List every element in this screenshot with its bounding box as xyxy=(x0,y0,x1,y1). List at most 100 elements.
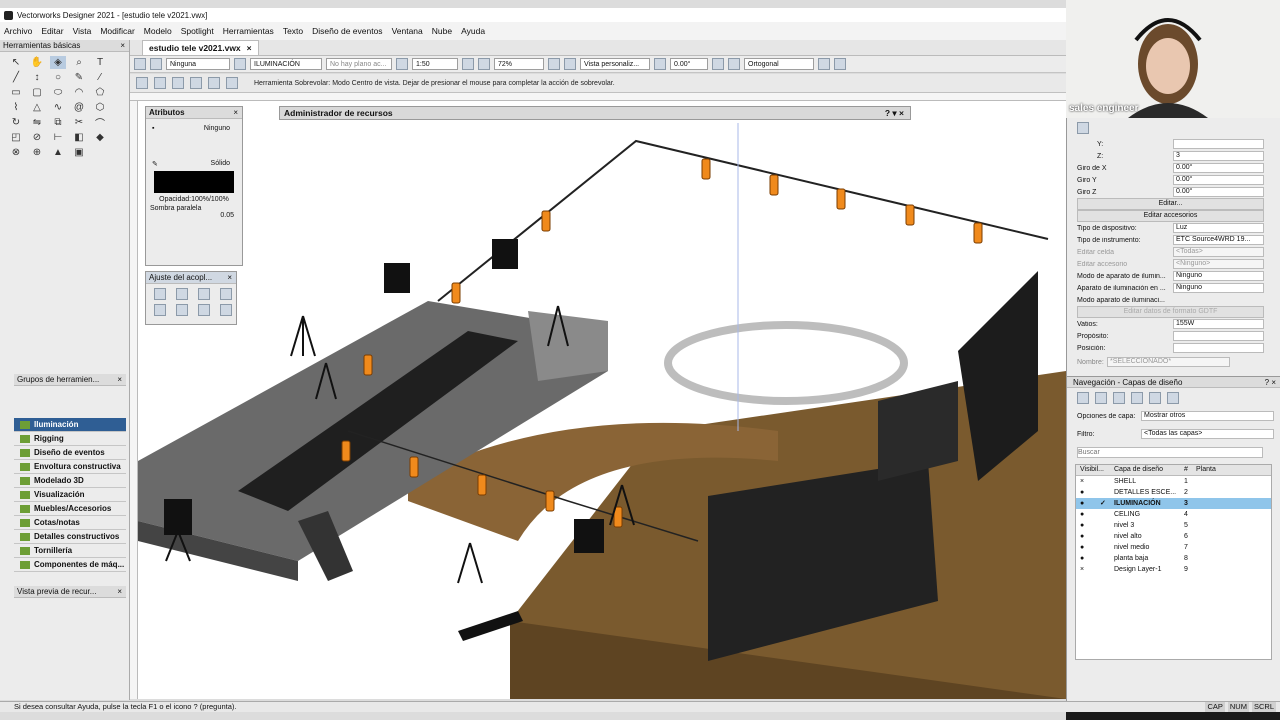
zoom-tool-icon[interactable]: ⌕ xyxy=(71,56,87,69)
edit-button[interactable]: Editar... xyxy=(1077,198,1264,210)
search-input[interactable] xyxy=(1077,446,1263,458)
delete-layer-icon[interactable] xyxy=(1149,392,1161,404)
toolset-muebles[interactable]: Muebles/Accesorios xyxy=(14,502,126,516)
toolset-diseno-eventos[interactable]: Diseño de eventos xyxy=(14,446,126,460)
filter-select[interactable]: <Todas las capas> xyxy=(1141,429,1274,439)
layer-stack-icon[interactable] xyxy=(1095,392,1107,404)
close-icon[interactable]: × xyxy=(233,107,238,118)
settings-mode-icon[interactable] xyxy=(226,77,238,89)
back-arrow-icon[interactable] xyxy=(1077,392,1089,404)
grid-icon[interactable] xyxy=(712,58,724,70)
pan-tool-icon[interactable]: ✋ xyxy=(29,56,45,69)
col-story[interactable]: Planta xyxy=(1196,465,1271,475)
duplicate-layer-icon[interactable] xyxy=(1131,392,1143,404)
toolset-envoltura[interactable]: Envoltura constructiva xyxy=(14,460,126,474)
menu-archivo[interactable]: Archivo xyxy=(4,26,32,36)
mirror-tool-icon[interactable]: ⇋ xyxy=(29,116,45,129)
close-icon[interactable]: × xyxy=(227,272,232,283)
snap-distance-icon[interactable] xyxy=(154,304,166,316)
visibility-icon[interactable]: ● xyxy=(1076,553,1100,564)
position-field[interactable] xyxy=(1173,343,1264,353)
new-layer-icon[interactable] xyxy=(1113,392,1125,404)
symbol-tool-icon[interactable]: ⊗ xyxy=(8,146,24,159)
freehand-tool-icon[interactable]: ∿ xyxy=(50,101,66,114)
layer-icon[interactable] xyxy=(234,58,246,70)
scale-field[interactable]: 1:50 xyxy=(412,58,458,70)
toolset-cotas[interactable]: Cotas/notas xyxy=(14,516,126,530)
plane-select[interactable]: No hay plano ac... xyxy=(326,58,392,70)
flyover-mode-icon[interactable] xyxy=(136,77,148,89)
scale-icon[interactable] xyxy=(396,58,408,70)
snap-grid-icon[interactable] xyxy=(154,288,166,300)
close-icon[interactable]: × xyxy=(120,40,125,51)
purpose-field[interactable] xyxy=(1173,331,1264,341)
menu-texto[interactable]: Texto xyxy=(283,26,303,36)
grid-mode-icon[interactable] xyxy=(208,77,220,89)
col-visibility[interactable]: Visibil... xyxy=(1076,465,1104,475)
class-select[interactable]: Ninguna xyxy=(166,58,230,70)
thickness-value[interactable]: 0.05 xyxy=(150,212,238,219)
layer-options-select[interactable]: Mostrar otros xyxy=(1141,411,1274,421)
toolset-iluminacion[interactable]: Iluminación xyxy=(14,418,126,432)
prop-field[interactable]: 0.00° xyxy=(1173,163,1264,173)
rotate-icon[interactable] xyxy=(654,58,666,70)
polygon-tool-icon[interactable]: ⬠ xyxy=(92,86,108,99)
offset-tool-icon[interactable]: ⧉ xyxy=(50,116,66,129)
fill-style-select[interactable]: Ninguno xyxy=(204,125,230,132)
snap-intersection-icon[interactable] xyxy=(220,288,232,300)
stamp-tool-icon[interactable]: ▣ xyxy=(71,146,87,159)
snap-tangent-icon[interactable] xyxy=(198,304,210,316)
watts-field[interactable]: 155W xyxy=(1173,319,1264,329)
document-tab[interactable]: estudio tele v2021.vwx × xyxy=(142,40,259,55)
settings-icon[interactable] xyxy=(818,58,830,70)
close-icon[interactable]: × xyxy=(247,43,252,53)
flyover-tool-icon[interactable]: ◈ xyxy=(50,56,66,69)
menu-editar[interactable]: Editar xyxy=(41,26,63,36)
layer-row[interactable]: ● planta baja 8 xyxy=(1076,553,1271,564)
reshape-tool-icon[interactable]: ◰ xyxy=(8,131,24,144)
y-field[interactable] xyxy=(1173,139,1264,149)
connect-tool-icon[interactable]: ⊢ xyxy=(50,131,66,144)
magnify-tool-icon[interactable]: ⊕ xyxy=(29,146,45,159)
menu-herramientas[interactable]: Herramientas xyxy=(223,26,274,36)
rectangle-tool-icon[interactable]: ▭ xyxy=(8,86,24,99)
oval-tool-icon[interactable]: ⬭ xyxy=(50,86,66,99)
pencil-tool-icon[interactable]: ✎ xyxy=(71,71,87,84)
instrument-type-field[interactable]: ETC Source4WRD 19... xyxy=(1173,235,1264,245)
spiral-tool-icon[interactable]: @ xyxy=(71,101,87,114)
visibility-icon[interactable]: × xyxy=(1076,476,1100,487)
selection-tool-icon[interactable]: ↖ xyxy=(8,56,24,69)
refresh-icon[interactable] xyxy=(1167,392,1179,404)
menu-vista[interactable]: Vista xyxy=(73,26,92,36)
fixture-in-select[interactable]: Ninguno xyxy=(1173,283,1264,293)
z-field[interactable]: 3 xyxy=(1173,151,1264,161)
menu-nube[interactable]: Nube xyxy=(432,26,452,36)
toolset-tornilleria[interactable]: Tornillería xyxy=(14,544,126,558)
polyline-tool-icon[interactable]: ⌇ xyxy=(8,101,24,114)
edit-accessories-button[interactable]: Editar accesorios xyxy=(1077,210,1264,222)
zoom-in-icon[interactable] xyxy=(462,58,474,70)
toolset-componentes[interactable]: Componentes de máq... xyxy=(14,558,126,572)
target-mode-icon[interactable] xyxy=(190,77,202,89)
class-icon[interactable] xyxy=(150,58,162,70)
projection-icon[interactable] xyxy=(728,58,740,70)
locus-tool-icon[interactable]: ▲ xyxy=(50,146,66,159)
rounded-rect-tool-icon[interactable]: ▢ xyxy=(29,86,45,99)
visibility-icon[interactable]: ● xyxy=(1076,531,1100,542)
visibility-icon[interactable]: × xyxy=(1076,564,1100,575)
snap-edge-icon[interactable] xyxy=(176,304,188,316)
zoom-field[interactable]: 72% xyxy=(494,58,544,70)
menu-diseno-eventos[interactable]: Diseño de eventos xyxy=(312,26,382,36)
center-mode-icon[interactable] xyxy=(154,77,166,89)
eyedropper-tool-icon[interactable]: ⁄ xyxy=(92,71,108,84)
shadow-toggle[interactable]: Sombra paralela xyxy=(150,203,238,212)
snap-smart-icon[interactable] xyxy=(220,304,232,316)
split-tool-icon[interactable]: ⊘ xyxy=(29,131,45,144)
pen-icon[interactable]: ✎ xyxy=(152,160,158,168)
arc-tool-icon[interactable]: ◠ xyxy=(71,86,87,99)
toolset-detalles[interactable]: Detalles constructivos xyxy=(14,530,126,544)
name-field[interactable]: *SELECCIONADO* xyxy=(1107,357,1230,367)
snap-angle-icon[interactable] xyxy=(198,288,210,300)
snap-object-icon[interactable] xyxy=(176,288,188,300)
lighting-icon[interactable] xyxy=(564,58,576,70)
